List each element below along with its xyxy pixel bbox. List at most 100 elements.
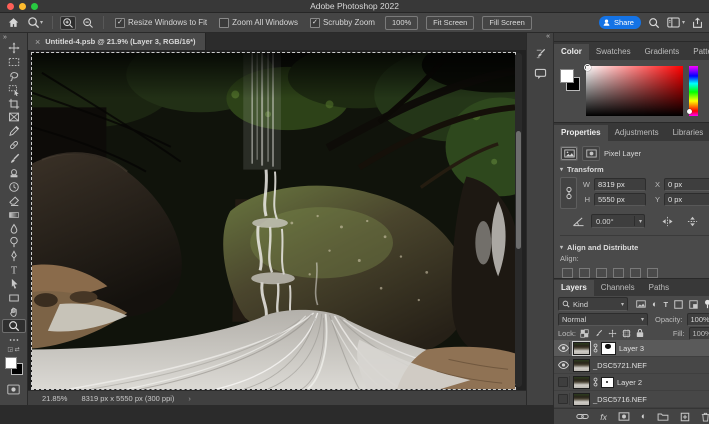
zoom-in-button[interactable] bbox=[60, 16, 76, 30]
layer-thumbnail[interactable] bbox=[573, 342, 590, 355]
dodge-tool[interactable] bbox=[2, 235, 26, 249]
zoom-out-button[interactable] bbox=[80, 16, 96, 30]
layer-name[interactable]: Layer 2 bbox=[617, 378, 642, 387]
fill-select[interactable]: 100% ▾ bbox=[689, 327, 709, 340]
lock-transparency-icon[interactable] bbox=[580, 329, 589, 338]
transform-section-header[interactable]: ▾ Transform bbox=[560, 162, 709, 176]
crop-tool[interactable] bbox=[2, 97, 26, 111]
type-tool[interactable]: T bbox=[2, 263, 26, 277]
foreground-color-swatch[interactable] bbox=[5, 357, 17, 369]
filter-smart-object-icon[interactable] bbox=[689, 300, 698, 309]
align-section-header[interactable]: ▾ Align and Distribute bbox=[560, 240, 709, 254]
saturation-brightness-field[interactable] bbox=[586, 66, 683, 116]
layer-row-layer-2[interactable]: Layer 2 bbox=[554, 374, 709, 391]
home-button[interactable] bbox=[6, 15, 21, 30]
canvas-area[interactable] bbox=[28, 50, 526, 390]
zoom-all-windows-checkbox[interactable]: ✓ Zoom All Windows bbox=[219, 18, 298, 28]
tab-paths[interactable]: Paths bbox=[642, 280, 676, 296]
tab-libraries[interactable]: Libraries bbox=[666, 125, 709, 141]
hue-slider[interactable] bbox=[689, 66, 698, 116]
tab-channels[interactable]: Channels bbox=[594, 280, 642, 296]
foreground-color-swatch[interactable] bbox=[560, 69, 574, 83]
quick-mask-button[interactable] bbox=[2, 383, 26, 397]
lock-position-icon[interactable] bbox=[608, 329, 617, 338]
lock-artboard-icon[interactable] bbox=[622, 329, 631, 338]
layer-row-dsc5716[interactable]: _DSC5716.NEF bbox=[554, 391, 709, 408]
hue-slider-marker[interactable] bbox=[687, 109, 692, 114]
eyedropper-tool[interactable] bbox=[2, 124, 26, 138]
edit-toolbar-button[interactable] bbox=[2, 333, 26, 347]
tab-properties[interactable]: Properties bbox=[554, 125, 608, 141]
fill-screen-button[interactable]: Fill Screen bbox=[482, 16, 531, 30]
rectangle-shape-tool[interactable] bbox=[2, 291, 26, 305]
new-layer-button[interactable] bbox=[680, 412, 690, 422]
pen-tool[interactable] bbox=[2, 249, 26, 263]
layer-name[interactable]: Layer 3 bbox=[619, 344, 644, 353]
hand-tool[interactable] bbox=[2, 305, 26, 319]
tab-color[interactable]: Color bbox=[554, 44, 589, 60]
resize-windows-checkbox[interactable]: ✓ Resize Windows to Fit bbox=[115, 18, 207, 28]
eraser-tool[interactable] bbox=[2, 194, 26, 208]
layer-mask-thumbnail[interactable] bbox=[601, 377, 614, 388]
tab-layers[interactable]: Layers bbox=[554, 280, 594, 296]
gradient-tool[interactable] bbox=[2, 208, 26, 222]
mask-filter-button[interactable] bbox=[582, 146, 600, 161]
filter-toggle-pin-icon[interactable] bbox=[704, 299, 709, 309]
visibility-toggle[interactable] bbox=[557, 393, 570, 405]
width-field[interactable]: 8319 px bbox=[594, 178, 646, 191]
flip-vertical-button[interactable] bbox=[686, 216, 699, 227]
pixel-layer-filter-button[interactable] bbox=[560, 146, 578, 161]
share-button[interactable]: Share bbox=[599, 16, 641, 29]
panel-color-swatches[interactable] bbox=[560, 69, 580, 91]
move-tool[interactable] bbox=[2, 41, 26, 55]
history-panel-button[interactable] bbox=[530, 44, 550, 62]
flip-horizontal-button[interactable] bbox=[661, 216, 674, 227]
lock-pixels-icon[interactable] bbox=[594, 329, 603, 338]
color-swatches[interactable] bbox=[5, 357, 23, 375]
layer-row-dsc5721[interactable]: _DSC5721.NEF bbox=[554, 357, 709, 374]
swap-colors-icon[interactable]: ◲ ⇄ bbox=[7, 347, 19, 354]
layer-mask-thumbnail[interactable] bbox=[601, 342, 616, 355]
export-icon[interactable] bbox=[692, 17, 703, 29]
history-brush-tool[interactable] bbox=[2, 180, 26, 194]
close-tab-icon[interactable]: × bbox=[35, 37, 40, 47]
filter-shape-icon[interactable] bbox=[674, 300, 683, 309]
layer-name[interactable]: _DSC5716.NEF bbox=[593, 395, 647, 404]
toolbar-expand-icon[interactable]: » bbox=[3, 34, 7, 41]
opacity-select[interactable]: 100% ▾ bbox=[687, 313, 709, 326]
filter-type-icon[interactable]: T bbox=[663, 300, 668, 309]
document-image[interactable] bbox=[32, 53, 515, 389]
filter-adjustment-icon[interactable]: ◐ bbox=[652, 300, 657, 309]
comments-panel-button[interactable] bbox=[530, 65, 550, 83]
height-field[interactable]: 5550 px bbox=[594, 193, 646, 206]
zoom-level-field[interactable]: 21.85% bbox=[42, 394, 67, 403]
new-group-button[interactable] bbox=[657, 412, 669, 421]
current-tool-indicator[interactable]: ▾ bbox=[25, 15, 45, 30]
lasso-tool[interactable] bbox=[2, 69, 26, 83]
rectangular-marquee-tool[interactable] bbox=[2, 55, 26, 69]
canvas-vertical-scrollbar[interactable] bbox=[515, 53, 522, 387]
new-adjustment-layer-button[interactable]: ◐ bbox=[641, 412, 646, 421]
layer-name[interactable]: _DSC5721.NEF bbox=[593, 361, 647, 370]
layer-style-button[interactable]: fx bbox=[600, 412, 607, 422]
document-tab[interactable]: × Untitled-4.psb @ 21.9% (Layer 3, RGB/1… bbox=[28, 33, 206, 50]
scrubby-zoom-checkbox[interactable]: ✓ Scrubby Zoom bbox=[310, 18, 375, 28]
x-field[interactable]: 0 px bbox=[664, 178, 709, 191]
align-buttons-row[interactable] bbox=[562, 268, 709, 278]
add-mask-button[interactable] bbox=[618, 412, 630, 421]
zoom-tool[interactable] bbox=[2, 319, 26, 333]
scrollbar-thumb[interactable] bbox=[516, 131, 521, 249]
object-selection-tool[interactable] bbox=[2, 83, 26, 97]
tab-swatches[interactable]: Swatches bbox=[589, 44, 638, 60]
link-dimensions-toggle[interactable] bbox=[560, 177, 577, 209]
healing-brush-tool[interactable] bbox=[2, 138, 26, 152]
expand-panels-icon[interactable]: « bbox=[546, 33, 550, 41]
frame-tool[interactable] bbox=[2, 110, 26, 124]
visibility-toggle[interactable] bbox=[557, 342, 570, 354]
rotation-angle-select[interactable]: 0.00° ▾ bbox=[591, 214, 645, 228]
layer-thumbnail[interactable] bbox=[573, 359, 590, 372]
link-layers-button[interactable] bbox=[576, 413, 589, 420]
layer-thumbnail[interactable] bbox=[573, 393, 590, 406]
search-icon[interactable] bbox=[648, 17, 660, 29]
y-field[interactable]: 0 px bbox=[664, 193, 709, 206]
